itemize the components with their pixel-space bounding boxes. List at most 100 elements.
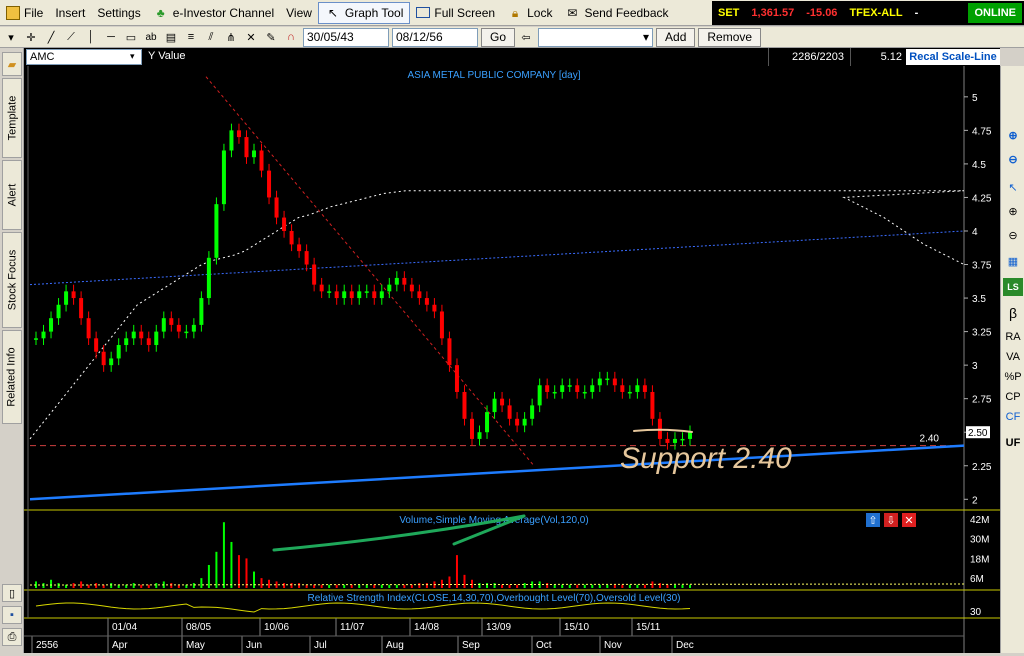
volume-bar (621, 584, 624, 588)
candle-body (342, 291, 347, 299)
cp-button[interactable]: CP (1003, 388, 1023, 406)
menu-send-feedback[interactable]: ✉ Send Feedback (558, 2, 674, 24)
volume-bar (343, 584, 346, 588)
volume-bar (440, 579, 443, 588)
uf-button[interactable]: UF (1003, 434, 1023, 452)
channel-tool-icon[interactable]: ⫽ (202, 28, 220, 46)
support-value-label: 2.40 (920, 434, 940, 445)
va-button[interactable]: VA (1003, 348, 1023, 366)
tab-template[interactable]: Template (2, 78, 22, 158)
month-label: Dec (676, 640, 694, 651)
candle-body (447, 338, 452, 366)
candle-body (485, 412, 490, 433)
candle-body (379, 291, 384, 299)
menu-view[interactable]: View (280, 2, 318, 24)
candle-body (560, 385, 565, 392)
drawing-toolbar: ▾ ✛ ╱ ⟋ │ ─ ▭ ab ▤ ≡ ⫽ ⋔ ✕ ✎ ∩ 30/05/43 … (0, 27, 1024, 48)
line-style-icon[interactable]: ≡ (182, 28, 200, 46)
volume-bar (305, 584, 308, 588)
pitchfork-icon[interactable]: ⋔ (222, 28, 240, 46)
magnet-icon[interactable]: ∩ (282, 28, 300, 46)
line-tool-icon[interactable]: ╱ (42, 28, 60, 46)
date-to-input[interactable]: 08/12/56 (392, 27, 478, 47)
print-icon[interactable]: ⎙ (2, 628, 22, 646)
volume-bar (358, 584, 361, 588)
horizontal-line-icon[interactable]: ─ (102, 28, 120, 46)
zoom-out-icon[interactable]: ⊖ (1003, 150, 1023, 168)
rectangle-tool-icon[interactable]: ▭ (122, 28, 140, 46)
crosshair-icon[interactable]: ✛ (22, 28, 40, 46)
date-from-input[interactable]: 30/05/43 (303, 27, 389, 47)
back-icon[interactable]: ⇦ (517, 28, 535, 46)
candle-body (34, 338, 38, 340)
price-tick-label: 4 (972, 227, 978, 238)
cursor-icon[interactable]: ↖ (1003, 178, 1023, 196)
menu-file[interactable]: File (0, 2, 49, 24)
volume-bar (613, 584, 616, 588)
go-button[interactable]: Go (481, 27, 516, 47)
symbol-dropdown-icon[interactable]: ▾ (130, 51, 135, 62)
volume-bar (290, 583, 293, 588)
volume-tick-label: 30M (970, 535, 989, 546)
menu-send-feedback-label: Send Feedback (584, 5, 669, 20)
volume-bar (486, 583, 489, 588)
recal-scale-button[interactable]: Recal Scale-Line (906, 49, 1000, 65)
folder-tab[interactable]: ▰ (2, 52, 22, 76)
volume-bar (192, 583, 195, 588)
volume-bar (606, 584, 609, 588)
date-label: 08/05 (186, 622, 211, 633)
price-tick-label: 3.75 (972, 261, 992, 272)
menu-lock[interactable]: 🔒︎ Lock (501, 2, 558, 24)
remove-button[interactable]: Remove (698, 27, 762, 47)
fibonacci-icon[interactable]: ▤ (162, 28, 180, 46)
text-tool-icon[interactable]: ab (142, 28, 160, 46)
ray-tool-icon[interactable]: ⟋ (62, 28, 80, 46)
pencil-icon[interactable]: ✎ (262, 28, 280, 46)
ra-button[interactable]: RA (1003, 328, 1023, 346)
volume-bar (110, 583, 113, 588)
volume-bar (313, 584, 316, 588)
candle-body (597, 378, 602, 386)
menu-graph-tool-label: Graph Tool (344, 5, 404, 20)
market-ticker: SET 1,361.57 -15.06 TFEX-ALL - ONLINE (712, 1, 1024, 25)
tab-alert[interactable]: Alert (2, 160, 22, 230)
symbol-input[interactable]: AMC (26, 49, 142, 65)
volume-bar (170, 583, 173, 588)
menu-insert[interactable]: Insert (49, 2, 91, 24)
chart-area[interactable]: ASIA METAL PUBLIC COMPANY [day] 5 4.75 4.5 4… (24, 66, 1000, 653)
log-scale-icon[interactable]: LS (1003, 278, 1023, 296)
volume-bar (57, 583, 60, 588)
menu-settings[interactable]: Settings (91, 2, 146, 24)
tab-related-info[interactable]: Related Info (2, 330, 22, 424)
vertical-line-icon[interactable]: │ (82, 28, 100, 46)
volume-bar (658, 583, 661, 588)
zoom-area-out-icon[interactable]: ⊖ (1003, 226, 1023, 244)
zoom-area-in-icon[interactable]: ⊕ (1003, 202, 1023, 220)
beta-icon[interactable]: β (1003, 304, 1023, 322)
percent-p-button[interactable]: %P (1003, 368, 1023, 386)
add-button[interactable]: Add (656, 27, 696, 47)
tab-stock-focus[interactable]: Stock Focus (2, 232, 22, 328)
candle-body (116, 345, 121, 359)
candle-body (635, 385, 640, 392)
template-select[interactable]: ▾ (538, 27, 654, 47)
date-label: 10/06 (264, 622, 289, 633)
menu-graph-tool[interactable]: ↖ Graph Tool (317, 1, 411, 24)
save-icon[interactable]: ▪ (2, 606, 22, 624)
delete-tool-icon[interactable]: ✕ (242, 28, 260, 46)
menu-full-screen[interactable]: Full Screen (410, 2, 501, 24)
volume-bar (373, 584, 376, 588)
dropdown-arrow-icon[interactable]: ▾ (2, 28, 20, 46)
app-icon (6, 5, 20, 20)
zoom-in-icon[interactable]: ⊕ (1003, 126, 1023, 144)
cf-button[interactable]: CF (1003, 408, 1023, 426)
volume-bar (471, 579, 473, 588)
candle-body (417, 291, 422, 299)
chart-info-bar: AMC ▾ Y Value 2286/2203 5.12 Recal Scale… (24, 48, 1000, 66)
price-tick-label: 4.25 (972, 193, 992, 204)
volume-bar (493, 583, 496, 588)
grid-icon[interactable]: ▦ (1003, 252, 1023, 270)
menu-einvestor[interactable]: ♣ e-Investor Channel (147, 2, 280, 24)
page-icon[interactable]: ▯ (2, 584, 22, 602)
volume-bar (501, 584, 504, 588)
